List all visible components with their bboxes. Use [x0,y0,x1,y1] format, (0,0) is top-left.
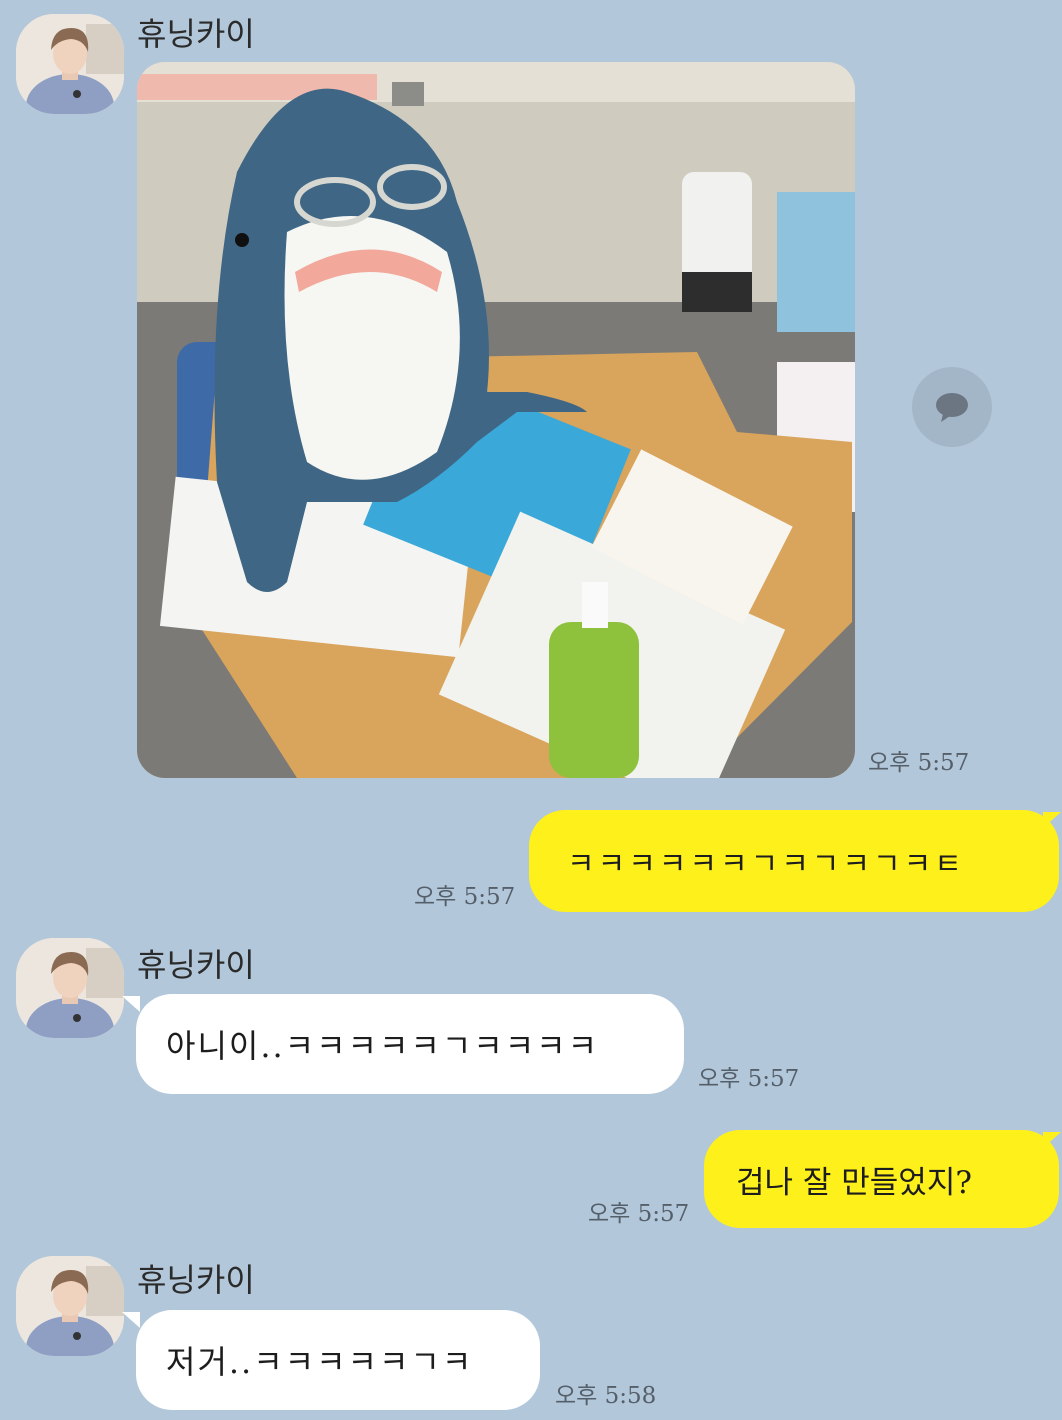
incoming-message-bubble[interactable]: 저거..ㅋㅋㅋㅋㅋㄱㅋ [136,1310,540,1410]
outgoing-message-bubble[interactable]: ㅋㅋㅋㅋㅋㅋㄱㅋㄱㅋㄱㅋㅌ [529,810,1059,912]
message-text: 겁나 잘 만들었지? [736,1164,972,1201]
shark-plush-photo [137,62,855,778]
sender-avatar[interactable] [16,938,124,1038]
sender-name: 휴닝카이 [137,1261,255,1299]
photo-message[interactable] [137,62,855,778]
message-text: 저거..ㅋㅋㅋㅋㅋㄱㅋ [166,1343,474,1381]
message-time: 오후 5:58 [555,1383,657,1409]
share-button[interactable] [912,367,992,447]
message-text: ㅋㅋㅋㅋㅋㅋㄱㅋㄱㅋㄱㅋㅌ [567,847,965,882]
avatar-photo [16,14,124,114]
sender-avatar[interactable] [16,14,124,114]
sender-avatar[interactable] [16,1256,124,1356]
message-time: 오후 5:57 [698,1066,800,1092]
incoming-message-bubble[interactable]: 아니이..ㅋㅋㅋㅋㅋㄱㅋㅋㅋㅋ [136,994,684,1094]
sender-name: 휴닝카이 [137,15,255,53]
bubble-tail [122,996,140,1012]
message-time: 오후 5:57 [414,884,516,910]
bubble-tail [122,1312,140,1328]
avatar-photo [16,938,124,1038]
message-time: 오후 5:57 [588,1201,690,1227]
outgoing-message-bubble[interactable]: 겁나 잘 만들었지? [704,1130,1059,1228]
sender-name: 휴닝카이 [137,946,255,984]
speech-bubble-icon [936,393,968,422]
message-time: 오후 5:57 [868,750,970,776]
message-text: 아니이..ㅋㅋㅋㅋㅋㄱㅋㅋㅋㅋ [166,1027,600,1065]
avatar-photo [16,1256,124,1356]
